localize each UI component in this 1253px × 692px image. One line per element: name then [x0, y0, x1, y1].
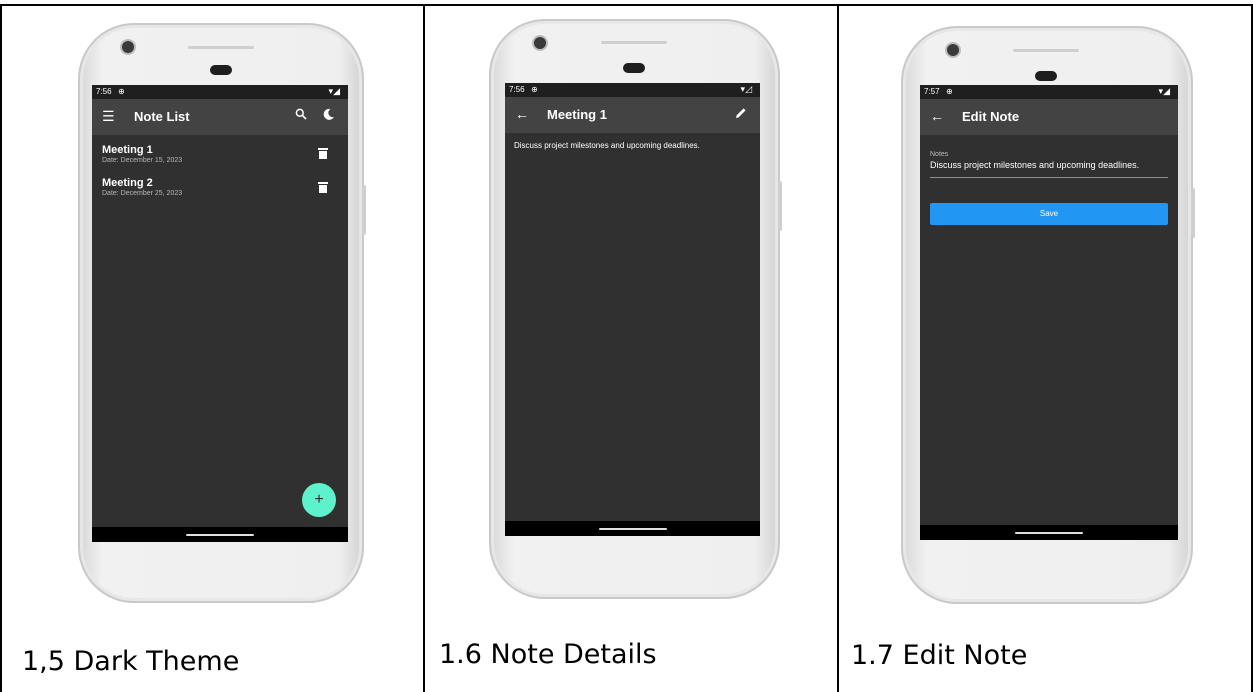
- caption: 1.6 Note Details: [439, 639, 657, 670]
- home-handle[interactable]: [1015, 532, 1083, 534]
- notes-input[interactable]: Discuss project milestones and upcoming …: [930, 160, 1170, 170]
- note-title: Meeting 1: [102, 144, 153, 156]
- back-arrow-icon[interactable]: ←: [515, 106, 529, 122]
- status-time: 7:56: [96, 87, 112, 96]
- save-button[interactable]: Save: [930, 203, 1168, 225]
- panel-note-details: 7:56 ⊕ ▾◿ ← Meeting 1 Discuss project mi…: [425, 6, 837, 692]
- list-item[interactable]: Meeting 2 Date: December 25, 2023: [102, 177, 182, 197]
- status-time: 7:56: [509, 85, 525, 94]
- volume-button: [778, 181, 782, 231]
- status-bar: 7:56 ⊕ ▾◿: [505, 83, 760, 97]
- sensor-pill: [210, 65, 232, 75]
- app-screen: 7:56 ⊕ ▾◿ ← Meeting 1 Discuss project mi…: [505, 83, 760, 536]
- panel-edit-note: 7:57 ⊕ ▾◢ ← Edit Note Notes Discuss proj…: [839, 6, 1251, 692]
- earpiece-speaker: [188, 46, 254, 49]
- app-bar: ← Edit Note: [920, 99, 1178, 135]
- app-bar: ☰ Note List: [92, 99, 348, 135]
- navigation-bar: [92, 527, 348, 542]
- navigation-bar: [920, 525, 1178, 540]
- notes-field-label: Notes: [930, 151, 949, 158]
- caption: 1,5 Dark Theme: [22, 646, 240, 677]
- delete-icon[interactable]: [318, 148, 328, 159]
- panel-dark-theme: 7:56 ⊕ ▾◢ ☰ Note List Meeting 1 Date: De…: [2, 6, 423, 692]
- page-title: Meeting 1: [547, 107, 607, 122]
- status-app-icon: ⊕: [946, 87, 953, 96]
- app-bar: ← Meeting 1: [505, 97, 760, 133]
- volume-button: [1191, 188, 1195, 238]
- note-title: Meeting 2: [102, 177, 153, 189]
- phone-frame: 7:56 ⊕ ▾◢ ☰ Note List Meeting 1 Date: De…: [78, 23, 366, 603]
- note-date: Date: December 25, 2023: [102, 190, 183, 197]
- sensor-pill: [623, 63, 645, 73]
- dark-mode-icon[interactable]: [322, 108, 335, 124]
- home-handle[interactable]: [598, 528, 667, 530]
- note-date: Date: December 15, 2023: [102, 157, 183, 164]
- caption: 1.7 Edit Note: [851, 640, 1028, 671]
- status-app-icon: ⊕: [118, 87, 125, 96]
- earpiece-speaker: [1013, 49, 1079, 52]
- front-camera: [534, 37, 546, 49]
- app-screen: 7:57 ⊕ ▾◢ ← Edit Note Notes Discuss proj…: [920, 85, 1178, 540]
- status-app-icon: ⊕: [531, 85, 538, 94]
- signal-wifi-icon: ▾◿: [740, 84, 752, 94]
- screenshot-table: 7:56 ⊕ ▾◢ ☰ Note List Meeting 1 Date: De…: [0, 0, 1253, 692]
- status-bar: 7:57 ⊕ ▾◢: [920, 85, 1178, 99]
- sensor-pill: [1035, 71, 1057, 81]
- navigation-bar: [505, 521, 760, 536]
- page-title: Edit Note: [962, 109, 1020, 124]
- status-bar: 7:56 ⊕ ▾◢: [92, 85, 348, 99]
- status-time: 7:57: [924, 87, 940, 96]
- phone-frame: 7:57 ⊕ ▾◢ ← Edit Note Notes Discuss proj…: [901, 26, 1195, 604]
- delete-icon[interactable]: [318, 182, 328, 193]
- front-camera: [122, 41, 134, 53]
- home-handle[interactable]: [186, 534, 254, 536]
- app-screen: 7:56 ⊕ ▾◢ ☰ Note List Meeting 1 Date: De…: [92, 85, 348, 542]
- volume-button: [362, 185, 366, 235]
- note-body: Discuss project milestones and upcoming …: [514, 141, 700, 150]
- add-note-button[interactable]: +: [302, 483, 336, 517]
- signal-wifi-icon: ▾◢: [1158, 86, 1170, 96]
- search-icon[interactable]: [295, 108, 307, 124]
- list-item[interactable]: Meeting 1 Date: December 15, 2023: [102, 144, 182, 164]
- notes-input-underline: [930, 177, 1168, 178]
- signal-wifi-icon: ▾◢: [328, 86, 340, 96]
- phone-frame: 7:56 ⊕ ▾◿ ← Meeting 1 Discuss project mi…: [489, 19, 782, 599]
- edit-icon[interactable]: [735, 106, 747, 122]
- menu-icon[interactable]: ☰: [102, 108, 115, 124]
- page-title: Note List: [134, 109, 190, 124]
- earpiece-speaker: [601, 41, 667, 44]
- back-arrow-icon[interactable]: ←: [930, 108, 944, 124]
- front-camera: [947, 44, 959, 56]
